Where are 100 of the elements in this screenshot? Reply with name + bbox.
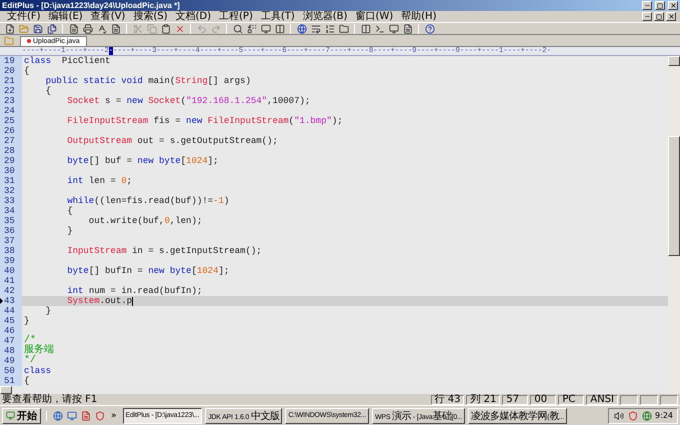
line-number: 38 — [4, 246, 15, 256]
document-icon[interactable] — [68, 23, 79, 34]
code-text: out.write(buf, — [88, 216, 164, 226]
line-number: 34 — [4, 206, 15, 216]
code-text: } — [66, 226, 73, 236]
page-icon[interactable] — [402, 23, 413, 34]
code-text: { — [24, 66, 30, 76]
volume-icon[interactable] — [613, 410, 624, 421]
column-icon[interactable] — [274, 23, 285, 34]
text-caret — [132, 296, 134, 306]
line-number: 26 — [4, 126, 15, 136]
menu-item[interactable]: 浏览器(B) — [300, 11, 350, 22]
new-file-icon[interactable] — [4, 23, 15, 34]
monitor-icon — [6, 411, 15, 420]
code-text: /* — [24, 336, 36, 346]
save-icon[interactable] — [32, 23, 43, 34]
page-icon[interactable] — [110, 23, 121, 34]
code-text: new — [186, 116, 202, 126]
code-text: 1024 — [196, 266, 218, 276]
shield-icon[interactable] — [627, 410, 638, 421]
print-icon[interactable] — [82, 23, 93, 34]
line-number: 49 — [4, 356, 15, 366]
code-text: new byte — [137, 156, 181, 166]
code-text: class — [24, 366, 52, 376]
globe-icon[interactable] — [641, 410, 652, 421]
code-text: public static void — [44, 76, 143, 86]
line-number: 32 — [4, 186, 15, 196]
vertical-scrollbar[interactable] — [668, 56, 680, 394]
menu-item[interactable]: 工程(P) — [216, 11, 256, 22]
line-number: 50 — [4, 366, 15, 376]
scroll-up-button[interactable] — [668, 56, 680, 66]
line-number: 45 — [4, 316, 15, 326]
search-icon[interactable] — [232, 23, 243, 34]
horizontal-scrollbar[interactable] — [0, 386, 668, 394]
line-number: 31 — [4, 176, 15, 186]
status-pane — [620, 394, 638, 404]
paste-icon[interactable] — [160, 23, 171, 34]
menu-item[interactable]: 文档(D) — [172, 11, 214, 22]
code-text: ( — [288, 116, 294, 126]
globe-icon[interactable] — [52, 410, 63, 421]
menu-item[interactable]: 窗口(W) — [352, 11, 396, 22]
minimize-button[interactable] — [642, 1, 652, 10]
code-text: s = — [104, 96, 122, 106]
split-view-icon[interactable] — [360, 23, 371, 34]
code-text: PicClient — [60, 56, 110, 66]
menu-item[interactable]: 帮助(H) — [398, 11, 440, 22]
line-number: 43 — [4, 296, 15, 306]
close-icon — [668, 13, 674, 20]
menu-item[interactable]: 文件(F) — [4, 11, 44, 22]
terminal-icon[interactable] — [374, 23, 385, 34]
menu-item[interactable]: 查看(V) — [88, 11, 128, 22]
code-text: byte — [66, 156, 89, 166]
word-wrap-icon[interactable] — [310, 23, 321, 34]
help-icon[interactable] — [424, 23, 435, 34]
code-text: [] args) — [208, 76, 251, 86]
code-text: Socket — [147, 96, 181, 106]
scroll-thumb[interactable] — [668, 136, 680, 256]
more-button[interactable]: » — [108, 410, 120, 420]
replace-icon[interactable] — [246, 23, 257, 34]
minimize-button[interactable] — [642, 12, 652, 21]
code-text: 服务端 — [24, 346, 54, 356]
code-text: -1 — [213, 196, 224, 206]
code-text: [] bufIn = — [88, 266, 144, 276]
start-button[interactable]: 开始 — [2, 408, 41, 424]
code-text: FileInputStream — [66, 116, 148, 126]
code-text: { — [66, 206, 73, 216]
globe-icon[interactable] — [296, 23, 307, 34]
delete-icon[interactable] — [174, 23, 185, 34]
code-text: ) — [224, 196, 230, 206]
save-all-icon[interactable] — [46, 23, 57, 34]
line-number: 42 — [4, 286, 15, 296]
folder-icon[interactable] — [338, 23, 349, 34]
close-button[interactable] — [668, 1, 678, 10]
menu-item[interactable]: 搜索(S) — [130, 11, 170, 22]
code-text: ((len=fis.read(buf))!= — [94, 196, 214, 206]
menu-item[interactable]: 编辑(E) — [46, 11, 86, 22]
code-text: 1024 — [186, 156, 208, 166]
line-number: 46 — [4, 326, 15, 336]
code-text: OutputStream — [66, 136, 132, 146]
code-text: ]; — [208, 156, 218, 166]
scroll-thumb[interactable] — [0, 386, 12, 394]
code-text: 0 — [164, 216, 170, 226]
close-button[interactable] — [666, 12, 676, 21]
document-icon[interactable] — [80, 410, 91, 421]
line-number: 40 — [4, 266, 15, 276]
status-pane — [640, 394, 658, 404]
line-number-icon[interactable] — [324, 23, 335, 34]
line-number: 28 — [4, 146, 15, 156]
line-number: 51 — [4, 376, 15, 386]
code-text: ); — [332, 116, 343, 126]
window-icon[interactable] — [388, 23, 399, 34]
window-icon[interactable] — [66, 410, 77, 421]
window-icon[interactable] — [260, 23, 271, 34]
code-text: String — [175, 76, 208, 86]
line-number: 30 — [4, 166, 15, 176]
code-text: [] buf = — [88, 156, 134, 166]
line-number: 22 — [4, 86, 15, 96]
shield-icon[interactable] — [94, 410, 105, 421]
spell-check-icon[interactable] — [96, 23, 107, 34]
menu-item[interactable]: 工具(T) — [258, 11, 298, 22]
